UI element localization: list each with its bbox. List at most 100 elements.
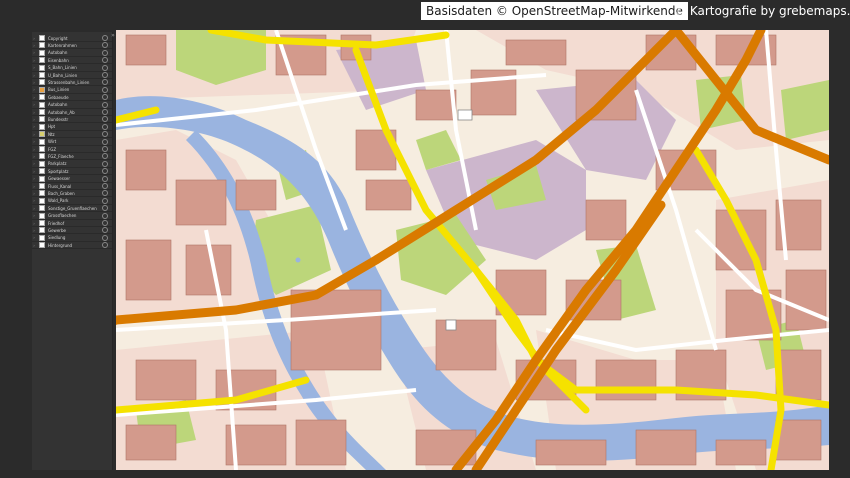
layer-row[interactable]: › Gewerbe [32, 227, 112, 235]
layer-row[interactable]: › FGZ_Flaeche [32, 153, 112, 161]
expand-icon[interactable]: › [32, 243, 36, 248]
target-icon[interactable] [102, 35, 108, 41]
expand-icon[interactable]: › [32, 147, 36, 152]
target-icon[interactable] [102, 57, 108, 64]
target-icon[interactable] [102, 94, 108, 101]
target-icon[interactable] [102, 138, 108, 145]
target-icon[interactable] [102, 101, 108, 108]
target-icon[interactable] [102, 131, 108, 138]
layer-row[interactable]: › FGZ [32, 146, 112, 153]
target-icon[interactable] [102, 123, 108, 130]
building [125, 424, 177, 461]
target-icon[interactable] [102, 72, 108, 78]
expand-icon[interactable]: › [32, 65, 36, 70]
layer-row[interactable]: › Bus_Linien [32, 86, 112, 94]
layer-label: Hpt [48, 124, 56, 130]
osm-credit: Basisdaten © OpenStreetMap-Mitwirkende [421, 2, 688, 20]
expand-icon[interactable]: › [32, 184, 36, 189]
layer-row[interactable]: › Fluss_Kanal [32, 183, 112, 190]
expand-icon[interactable]: › [32, 206, 36, 211]
target-icon[interactable] [102, 160, 108, 167]
expand-icon[interactable]: › [32, 176, 36, 181]
expand-icon[interactable]: › [32, 124, 36, 129]
target-icon[interactable] [102, 175, 108, 182]
layer-row[interactable]: › Sonstige_Gruenflaechen [32, 205, 112, 213]
layer-row[interactable]: › Eisenbahn [32, 57, 112, 65]
target-icon[interactable] [102, 227, 108, 234]
target-icon[interactable] [102, 168, 108, 175]
target-icon[interactable] [102, 220, 108, 226]
layer-row[interactable]: › Grossflaechen [32, 212, 112, 220]
layers-panel: › Copyright › Kartenrahmen › Autobahn › Eisenba… [32, 32, 113, 470]
expand-icon[interactable]: › [32, 139, 36, 144]
expand-icon[interactable]: › [32, 73, 36, 78]
expand-icon[interactable]: › [32, 213, 36, 218]
layer-row[interactable]: › Friedhof [32, 220, 112, 227]
layer-row[interactable]: › Bach_Graben [32, 190, 112, 198]
expand-icon[interactable]: › [32, 87, 36, 92]
layer-row[interactable]: › Bundesstr [32, 116, 112, 124]
layer-row[interactable]: › Hpt [32, 123, 112, 131]
expand-icon[interactable]: › [32, 102, 36, 107]
target-icon[interactable] [102, 146, 108, 152]
layer-row[interactable]: › Autobahn [32, 101, 112, 109]
expand-icon[interactable]: › [32, 50, 36, 55]
layer-label: Autobahn [48, 50, 68, 56]
layer-row[interactable]: › Copyright [32, 35, 112, 42]
target-icon[interactable] [102, 109, 108, 115]
layer-swatch [39, 109, 45, 115]
target-icon[interactable] [102, 116, 108, 123]
layer-row[interactable]: › Autobahn_Ab [32, 109, 112, 116]
target-icon[interactable] [102, 242, 108, 249]
layer-swatch [39, 197, 45, 204]
layer-row[interactable]: › U_Bahn_Linien [32, 72, 112, 79]
expand-icon[interactable]: › [32, 43, 36, 48]
layer-row[interactable]: › Siedlung [32, 234, 112, 242]
expand-icon[interactable]: › [32, 161, 36, 166]
layer-swatch [39, 42, 45, 49]
layer-row[interactable]: › Autobahn [32, 49, 112, 57]
target-icon[interactable] [102, 234, 108, 241]
layer-row[interactable]: › Gewaesser [32, 175, 112, 183]
target-icon[interactable] [102, 86, 108, 93]
expand-icon[interactable]: › [32, 36, 36, 41]
layer-label: Sonstige_Gruenflaechen [48, 205, 97, 211]
target-icon[interactable] [102, 64, 108, 71]
layer-row[interactable]: › Ntz [32, 131, 112, 139]
target-icon[interactable] [102, 197, 108, 204]
expand-icon[interactable]: › [32, 110, 36, 115]
layer-row[interactable]: › Hintergrund [32, 242, 112, 250]
target-icon[interactable] [102, 153, 108, 160]
map-canvas[interactable] [101, 25, 834, 475]
expand-icon[interactable]: › [32, 95, 36, 100]
expand-icon[interactable]: › [32, 80, 36, 85]
expand-icon[interactable]: › [32, 235, 36, 240]
target-icon[interactable] [102, 183, 108, 189]
expand-icon[interactable]: › [32, 221, 36, 226]
target-icon[interactable] [102, 79, 108, 86]
expand-icon[interactable]: › [32, 154, 36, 159]
target-icon[interactable] [102, 205, 108, 212]
layer-label: Eisenbahn [48, 57, 69, 63]
expand-icon[interactable]: › [32, 132, 36, 137]
target-icon[interactable] [102, 190, 108, 197]
expand-icon[interactable]: › [32, 228, 36, 233]
layer-row[interactable]: › Wald_Park [32, 197, 112, 205]
layer-row[interactable]: › Kartenrahmen [32, 42, 112, 50]
layer-row[interactable]: › Sportplatz [32, 168, 112, 176]
expand-icon[interactable]: › [32, 58, 36, 63]
layer-row[interactable]: › Strassenbahn_Linien [32, 79, 112, 87]
expand-icon[interactable]: › [32, 191, 36, 196]
expand-icon[interactable]: › [32, 169, 36, 174]
target-icon[interactable] [102, 49, 108, 56]
layer-row[interactable]: › Parkplatz [32, 160, 112, 168]
layer-row[interactable]: › S_Bahn_Linien [32, 64, 112, 72]
layer-row[interactable]: › Gebaeude [32, 94, 112, 102]
layer-swatch [39, 205, 45, 212]
target-icon[interactable] [102, 212, 108, 219]
layer-label: Fluss_Kanal [48, 183, 72, 189]
expand-icon[interactable]: › [32, 117, 36, 122]
target-icon[interactable] [102, 42, 108, 49]
expand-icon[interactable]: › [32, 198, 36, 203]
layer-row[interactable]: › Wirt [32, 138, 112, 146]
